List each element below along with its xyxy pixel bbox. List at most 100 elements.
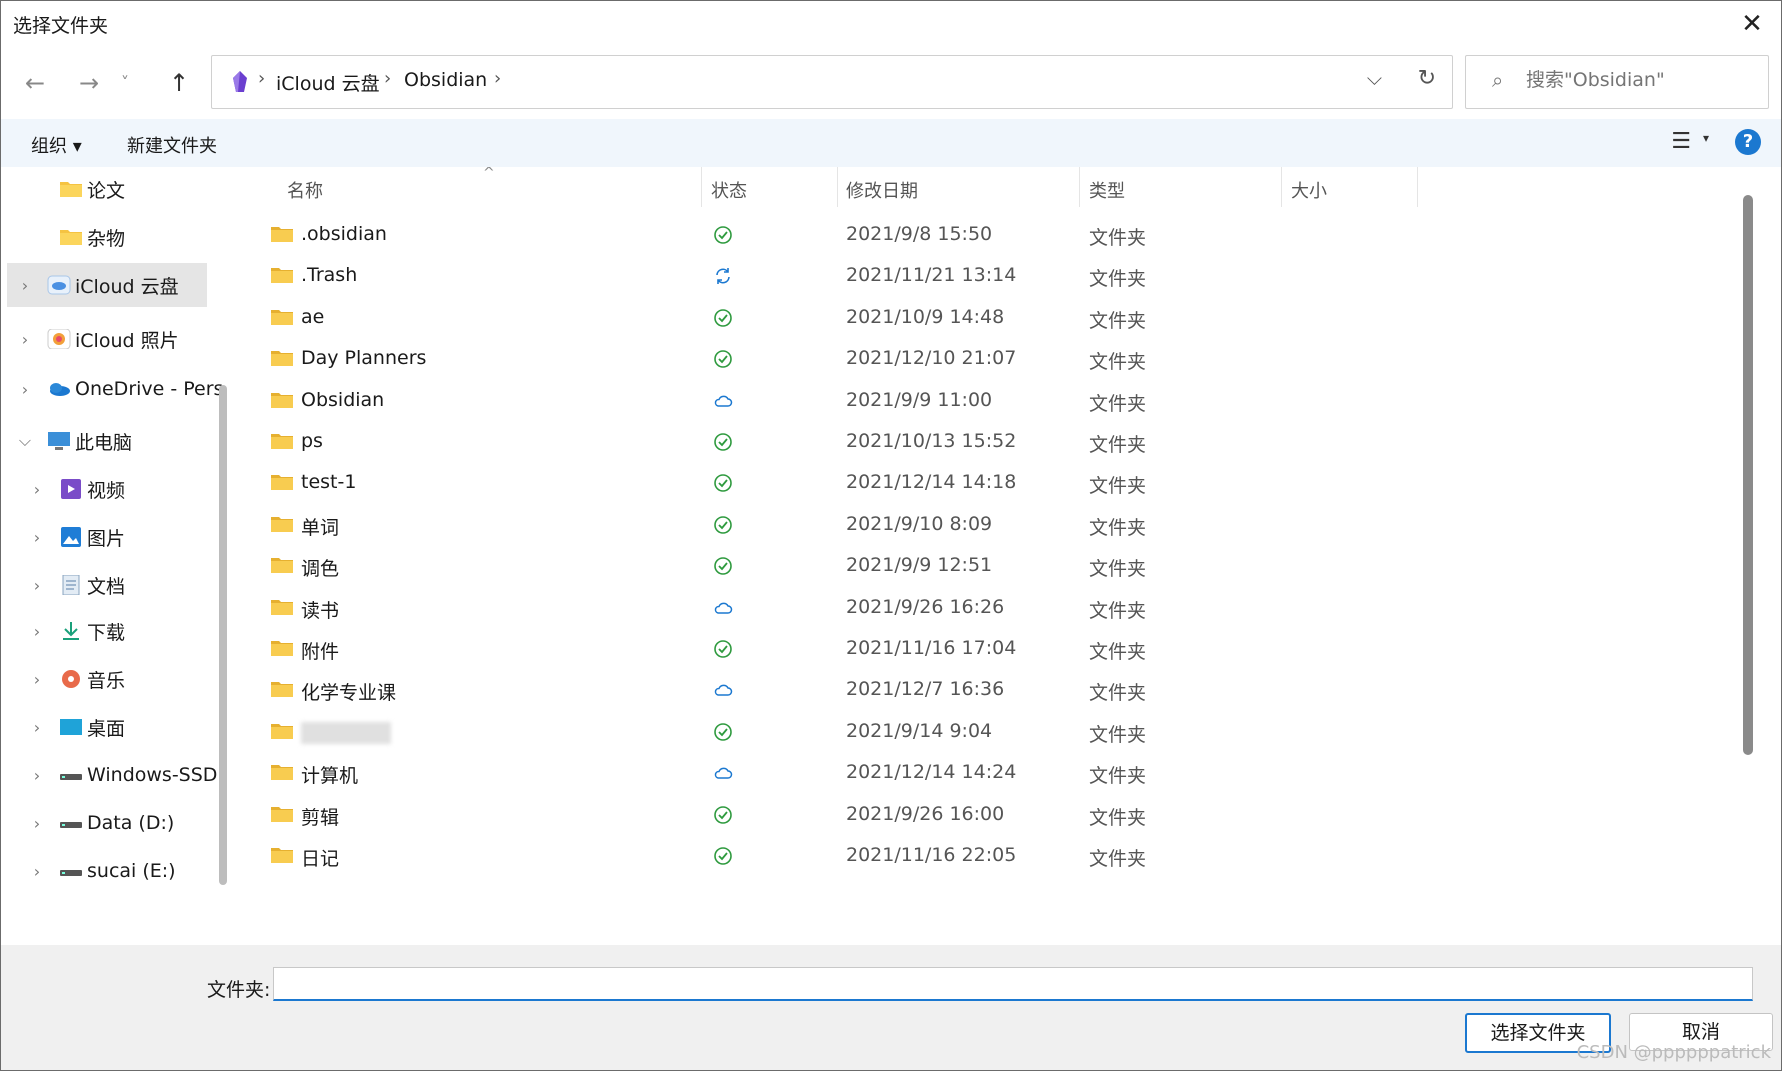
sidebar-item[interactable]: › 下载 xyxy=(1,609,213,653)
file-row[interactable]: 计算机 2021/12/14 14:24 文件夹 xyxy=(239,749,1639,796)
view-options-icon[interactable]: ☰ xyxy=(1671,129,1691,154)
documents-icon xyxy=(59,574,83,596)
sort-ascending-icon: ^ xyxy=(483,167,495,181)
sidebar-item-label: 视频 xyxy=(87,479,126,502)
close-icon[interactable]: ✕ xyxy=(1735,7,1769,41)
expand-chevron-icon[interactable]: › xyxy=(17,330,33,349)
sidebar-item[interactable]: › 图片 xyxy=(1,515,213,559)
sidebar-item[interactable]: › OneDrive - Pers xyxy=(1,367,224,411)
synced-check-icon xyxy=(713,225,733,245)
drive-icon xyxy=(59,861,83,881)
folder-icon xyxy=(271,392,293,408)
sidebar-item[interactable]: › 视频 xyxy=(1,467,213,511)
column-header-size[interactable]: 大小 xyxy=(1291,177,1327,203)
view-dropdown-icon[interactable]: ▾ xyxy=(1703,131,1709,145)
file-name: 单词 xyxy=(301,516,340,539)
file-row[interactable]: 调色 2021/9/9 12:51 文件夹 xyxy=(239,542,1639,589)
forward-arrow-icon[interactable]: → xyxy=(71,65,107,101)
file-row[interactable]: ae 2021/10/9 14:48 文件夹 xyxy=(239,294,1639,341)
folder-name-input[interactable] xyxy=(273,967,1753,1001)
file-row[interactable]: test-1 2021/12/14 14:18 文件夹 xyxy=(239,459,1639,506)
column-divider[interactable] xyxy=(837,167,838,207)
sidebar-item[interactable]: › 文档 xyxy=(1,563,213,607)
column-header-status[interactable]: 状态 xyxy=(711,177,747,203)
file-type: 文件夹 xyxy=(1089,723,1147,746)
breadcrumb-obsidian[interactable]: Obsidian xyxy=(404,69,487,91)
sidebar-item-label: 下载 xyxy=(87,621,126,644)
navigation-pane-scrollbar[interactable] xyxy=(219,385,227,885)
expand-chevron-icon[interactable]: › xyxy=(29,718,45,737)
sidebar-item[interactable]: › sucai (E:) xyxy=(1,849,213,893)
navigation-pane: 论文 杂物 › iCloud 云盘 › iCloud 照片 › OneDrive - Pers… xyxy=(1,167,224,945)
file-row[interactable]: ps 2021/10/13 15:52 文件夹 xyxy=(239,418,1639,465)
column-divider[interactable] xyxy=(1417,167,1418,207)
expand-chevron-icon[interactable]: › xyxy=(29,814,45,833)
sidebar-item-label: 桌面 xyxy=(87,717,126,740)
column-divider[interactable] xyxy=(701,167,702,207)
expand-chevron-icon[interactable]: ⌵ xyxy=(17,431,33,451)
folder-icon xyxy=(271,226,293,242)
column-header-type[interactable]: 类型 xyxy=(1089,177,1125,203)
breadcrumb-separator[interactable]: › xyxy=(494,68,501,89)
file-row[interactable]: 读书 2021/9/26 16:26 文件夹 xyxy=(239,584,1639,631)
file-row[interactable]: .Trash 2021/11/21 13:14 文件夹 xyxy=(239,252,1639,299)
folder-icon xyxy=(271,433,293,449)
recent-locations-chevron-icon[interactable]: ˅ xyxy=(115,65,135,101)
modified-date: 2021/9/9 11:00 xyxy=(846,388,993,411)
expand-chevron-icon[interactable]: › xyxy=(29,766,45,785)
expand-chevron-icon[interactable]: › xyxy=(29,480,45,499)
address-dropdown-icon[interactable]: ⌵ xyxy=(1367,66,1382,90)
breadcrumb-icloud[interactable]: iCloud 云盘 xyxy=(276,69,380,96)
sidebar-item[interactable]: › Windows-SSD xyxy=(1,753,218,797)
column-divider[interactable] xyxy=(1079,167,1080,207)
file-row[interactable]: 日记 2021/11/16 22:05 文件夹 xyxy=(239,832,1639,879)
file-row[interactable]: 剪辑 2021/9/26 16:00 文件夹 xyxy=(239,791,1639,838)
cloud-only-icon xyxy=(713,763,733,783)
sidebar-item[interactable]: 杂物 xyxy=(1,215,213,259)
file-row[interactable]: 化学专业课 2021/12/7 16:36 文件夹 xyxy=(239,666,1639,713)
sidebar-item-label: sucai (E:) xyxy=(87,860,176,882)
modified-date: 2021/9/14 9:04 xyxy=(846,719,993,742)
refresh-icon[interactable]: ↻ xyxy=(1418,66,1436,91)
up-arrow-icon[interactable]: ↑ xyxy=(161,65,197,101)
search-input[interactable] xyxy=(1524,68,1758,92)
help-icon[interactable]: ? xyxy=(1735,129,1761,155)
expand-chevron-icon[interactable]: › xyxy=(29,622,45,641)
expand-chevron-icon[interactable]: › xyxy=(29,528,45,547)
sidebar-item[interactable]: › 音乐 xyxy=(1,657,213,701)
folder-icon xyxy=(271,599,293,615)
column-header-name[interactable]: 名称 xyxy=(287,177,323,203)
cloud-only-icon xyxy=(713,391,733,411)
expand-chevron-icon[interactable]: › xyxy=(29,670,45,689)
sidebar-item[interactable]: › iCloud 云盘 xyxy=(7,263,207,307)
modified-date: 2021/11/16 22:05 xyxy=(846,844,1017,866)
column-header-modified[interactable]: 修改日期 xyxy=(846,177,918,203)
file-type: 文件夹 xyxy=(1089,682,1147,705)
sidebar-item[interactable]: 论文 xyxy=(1,167,213,211)
file-list-scrollbar[interactable] xyxy=(1743,195,1753,755)
file-row[interactable]: 2021/9/14 9:04 文件夹 xyxy=(239,708,1639,755)
organize-menu[interactable]: 组织 ▾ xyxy=(31,132,82,158)
file-row[interactable]: .obsidian 2021/9/8 15:50 文件夹 xyxy=(239,211,1639,258)
new-folder-button[interactable]: 新建文件夹 xyxy=(127,132,217,158)
search-box[interactable]: ⌕ xyxy=(1465,55,1769,109)
sidebar-item[interactable]: › Data (D:) xyxy=(1,801,213,845)
file-row[interactable]: Obsidian 2021/9/9 11:00 文件夹 xyxy=(239,377,1639,424)
file-row[interactable]: 附件 2021/11/16 17:04 文件夹 xyxy=(239,625,1639,672)
file-row[interactable]: 单词 2021/9/10 8:09 文件夹 xyxy=(239,501,1639,548)
expand-chevron-icon[interactable]: › xyxy=(17,380,33,399)
sidebar-item[interactable]: › 桌面 xyxy=(1,705,213,749)
desktop-icon xyxy=(59,717,83,737)
back-arrow-icon[interactable]: ← xyxy=(17,65,53,101)
sidebar-item[interactable]: ⌵ 此电脑 xyxy=(1,419,213,463)
file-name: 读书 xyxy=(301,599,340,622)
expand-chevron-icon[interactable]: › xyxy=(29,576,45,595)
file-row[interactable]: Day Planners 2021/12/10 21:07 文件夹 xyxy=(239,335,1639,382)
column-divider[interactable] xyxy=(1281,167,1282,207)
expand-chevron-icon[interactable]: › xyxy=(29,862,45,881)
sidebar-item[interactable]: › iCloud 照片 xyxy=(1,317,213,361)
sidebar-item-label: 音乐 xyxy=(87,669,126,692)
expand-chevron-icon[interactable]: › xyxy=(17,276,33,295)
cloud-only-icon xyxy=(713,598,733,618)
address-bar[interactable]: › iCloud 云盘 › Obsidian › ⌵ ↻ xyxy=(211,55,1453,109)
